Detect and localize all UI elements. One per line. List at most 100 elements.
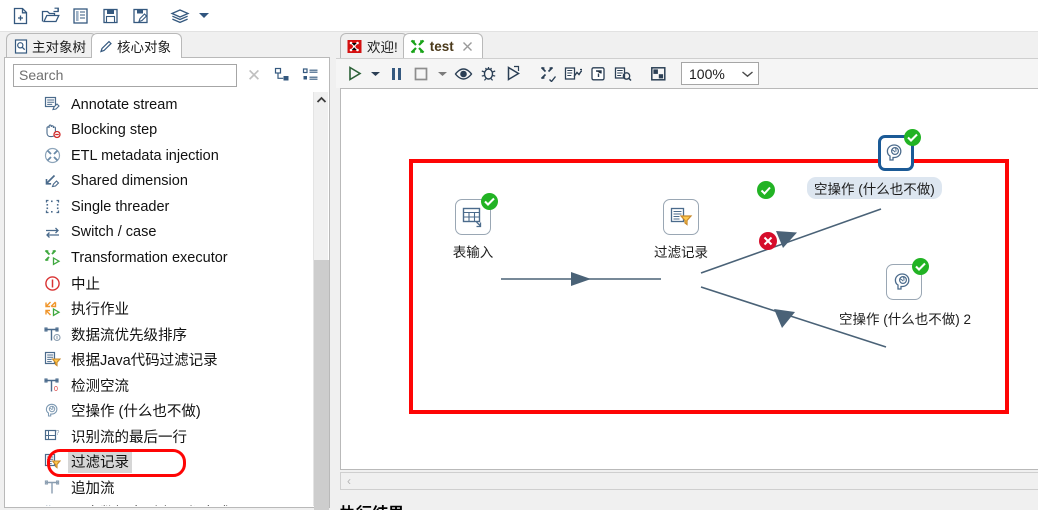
- tree-item[interactable]: 阻塞数据直到步骤都完成: [6, 500, 313, 506]
- application-window: 主对象树 核心对象 Search ✕ Annotate stream Block…: [0, 0, 1038, 510]
- tab-core-objects[interactable]: 核心对象: [91, 33, 182, 58]
- tree-item[interactable]: 空操作 (什么也不做): [6, 398, 313, 424]
- save-as-icon[interactable]: [126, 3, 154, 29]
- preview-icon[interactable]: [451, 62, 475, 86]
- search-input[interactable]: Search: [13, 63, 237, 87]
- tree-item-label: Blocking step: [71, 122, 158, 139]
- canvas-surface[interactable]: 表输入 过滤记录 空操作 (什么也不做) 空操作 (什么也不做) 2: [341, 89, 1038, 469]
- tree-item-label: Transformation executor: [71, 249, 228, 266]
- debug-icon[interactable]: [476, 62, 500, 86]
- detect-empty-stream-icon: 0: [44, 377, 61, 394]
- dummy-step-icon: [44, 402, 61, 419]
- tab-test[interactable]: test: [402, 33, 483, 58]
- node-label: 表输入: [452, 245, 494, 260]
- table-input-icon[interactable]: [455, 193, 498, 235]
- status-badge-ok: [481, 193, 498, 210]
- prioritize-streams-icon: [44, 326, 61, 343]
- tree-item[interactable]: 根据Java代码过滤记录: [6, 347, 313, 373]
- tree-item[interactable]: ETL metadata injection: [6, 143, 313, 169]
- tree-item[interactable]: 执行作业: [6, 296, 313, 322]
- tree-item-label: 阻塞数据直到步骤都完成: [68, 501, 234, 506]
- impact-icon[interactable]: [561, 62, 585, 86]
- tree-item[interactable]: Annotate stream: [6, 92, 313, 118]
- dummy-step-icon[interactable]: [886, 258, 929, 300]
- tree-item[interactable]: 中止: [6, 271, 313, 297]
- status-badge-ok: [912, 258, 929, 275]
- tab-main-object-tree[interactable]: 主对象树: [6, 33, 97, 58]
- tree-item[interactable]: ? 识别流的最后一行: [6, 424, 313, 450]
- pause-icon[interactable]: [384, 62, 408, 86]
- tree-item[interactable]: 0 检测空流: [6, 373, 313, 399]
- arrange-icon[interactable]: [646, 62, 670, 86]
- chevron-down-icon[interactable]: [741, 70, 754, 78]
- verify-icon[interactable]: [536, 62, 560, 86]
- sql-icon[interactable]: [586, 62, 610, 86]
- collapse-all-icon[interactable]: [271, 64, 293, 86]
- tree-item-label: Switch / case: [71, 224, 157, 241]
- tree-item[interactable]: 追加流: [6, 475, 313, 501]
- run-icon[interactable]: [342, 62, 366, 86]
- tab-label: 核心对象: [117, 40, 171, 55]
- close-icon[interactable]: [462, 41, 473, 52]
- job-executor-icon: [44, 300, 61, 317]
- perspective-dropdown-icon[interactable]: [196, 3, 212, 29]
- editor-toolbar: 100%: [336, 58, 1038, 88]
- tab-welcome[interactable]: 欢迎!: [340, 33, 408, 58]
- etl-injection-icon: [44, 147, 61, 164]
- stop-icon[interactable]: [409, 62, 433, 86]
- tab-label: 欢迎!: [367, 40, 398, 55]
- scroll-up-icon[interactable]: [314, 92, 328, 107]
- single-threader-icon: [44, 198, 61, 215]
- node-table-input[interactable]: 表输入: [453, 193, 498, 260]
- append-streams-icon: [44, 479, 61, 496]
- tree-item-label: Shared dimension: [71, 173, 188, 190]
- tree-item[interactable]: Transformation executor: [6, 245, 313, 271]
- abort-icon: [44, 275, 61, 292]
- identify-last-row-icon: ?: [44, 428, 61, 445]
- scrollbar-thumb[interactable]: [314, 260, 329, 510]
- run-dropdown-icon[interactable]: [367, 62, 383, 86]
- layers-icon[interactable]: [166, 3, 194, 29]
- scroll-left-icon[interactable]: ‹: [347, 474, 351, 488]
- new-file-icon[interactable]: [6, 3, 34, 29]
- tree-item[interactable]: Shared dimension: [6, 169, 313, 195]
- tree-item-label: 执行作业: [71, 302, 129, 319]
- dummy-step-icon[interactable]: [878, 129, 921, 171]
- stop-dropdown-icon[interactable]: [434, 62, 450, 86]
- tree-item[interactable]: 数据流优先级排序: [6, 322, 313, 348]
- tree-item-label: Annotate stream: [71, 96, 178, 113]
- tree-item[interactable]: Blocking step: [6, 118, 313, 144]
- tree-item-label: 中止: [71, 276, 100, 293]
- tab-label: test: [429, 38, 454, 54]
- tree-vertical-scrollbar[interactable]: [313, 92, 329, 510]
- show-inspect-icon[interactable]: [611, 62, 635, 86]
- transformation-canvas[interactable]: 表输入 过滤记录 空操作 (什么也不做) 空操作 (什么也不做) 2: [340, 88, 1038, 470]
- tab-label: 主对象树: [32, 40, 86, 55]
- editor-panel: 欢迎! test 100% 表输入 过滤记录 空操作 (什么也不做) 空操作 (…: [336, 32, 1038, 510]
- svg-text:?: ?: [56, 430, 60, 437]
- save-icon[interactable]: [96, 3, 124, 29]
- filter-rows-icon[interactable]: [663, 199, 699, 235]
- node-label: 空操作 (什么也不做): [807, 177, 942, 199]
- tree-item-label: 根据Java代码过滤记录: [71, 353, 218, 370]
- core-objects-tree[interactable]: Annotate stream Blocking step ETL metadata…: [6, 92, 313, 506]
- zoom-select[interactable]: 100%: [681, 62, 759, 85]
- pencil-icon: [99, 39, 113, 54]
- node-dummy-2[interactable]: 空操作 (什么也不做) 2: [839, 258, 971, 327]
- open-folder-icon[interactable]: [36, 3, 64, 29]
- list-icon[interactable]: [66, 3, 94, 29]
- tree-item[interactable]: Single threader: [6, 194, 313, 220]
- tree-item[interactable]: Switch / case: [6, 220, 313, 246]
- editor-tabstrip: 欢迎! test: [336, 32, 1038, 58]
- replay-icon[interactable]: [501, 62, 525, 86]
- view-menu-icon[interactable]: [299, 64, 321, 86]
- node-dummy-1[interactable]: 空操作 (什么也不做): [807, 129, 942, 199]
- java-filter-rows-icon: [44, 351, 61, 368]
- clear-search-icon[interactable]: ✕: [243, 67, 265, 84]
- block-until-steps-finish-icon: [44, 504, 61, 506]
- canvas-horizontal-scrollbar[interactable]: ‹: [340, 472, 1038, 490]
- welcome-icon: [347, 39, 362, 54]
- node-filter-rows[interactable]: 过滤记录: [654, 199, 708, 260]
- tree-item-label: ETL metadata injection: [71, 147, 219, 164]
- switch-case-icon: [44, 224, 61, 241]
